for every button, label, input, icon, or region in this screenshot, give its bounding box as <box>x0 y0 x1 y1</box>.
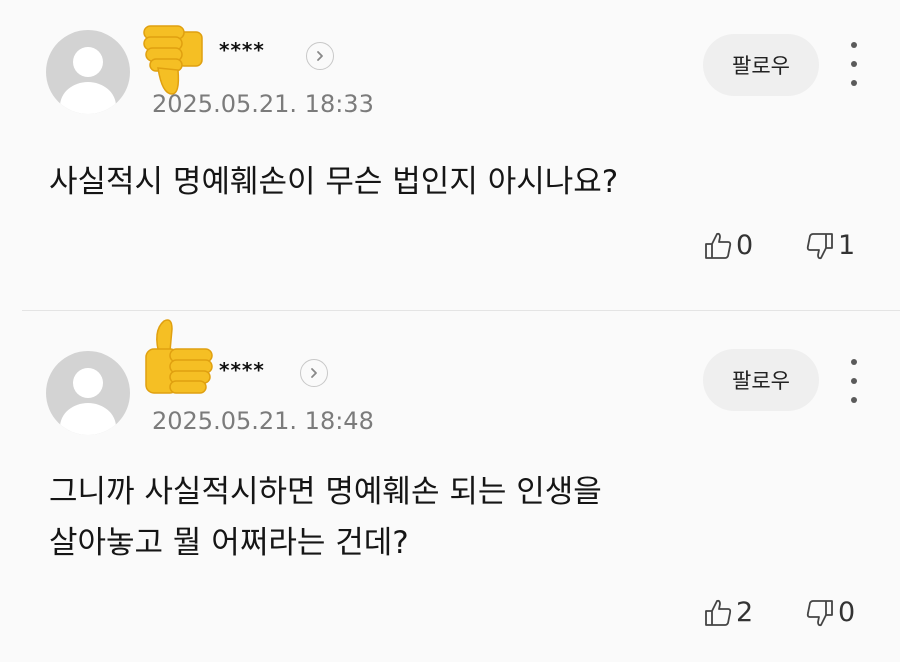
like-count: 2 <box>736 597 754 628</box>
follow-button[interactable]: 팔로우 <box>703 34 819 96</box>
thumbs-up-emoji-icon <box>145 319 213 394</box>
avatar[interactable] <box>46 351 130 435</box>
like-button[interactable]: 2 <box>704 597 753 628</box>
comment-text-line: 살아놓고 뭘 어쩌라는 건데? <box>49 525 409 561</box>
username[interactable]: **** <box>219 38 265 62</box>
profile-chevron-button[interactable] <box>300 359 328 387</box>
comment-text-line: 사실적시 명예훼손이 무슨 법인지 아시나요? <box>49 164 619 200</box>
thumbs-down-outline-icon <box>806 232 833 259</box>
thumbs-down-outline-icon <box>806 599 833 626</box>
profile-chevron-button[interactable] <box>306 42 334 70</box>
dislike-count: 0 <box>838 597 856 628</box>
thumbs-up-outline-icon <box>705 599 732 626</box>
thumbs-down-emoji-icon <box>143 25 203 95</box>
comment-text: 그니까 사실적시하면 명예훼손 되는 인생을 살아놓고 뭘 어쩌라는 건데? <box>49 467 602 569</box>
comment-text: 사실적시 명예훼손이 무슨 법인지 아시나요? <box>49 157 618 208</box>
more-options-icon[interactable] <box>846 42 862 86</box>
like-button[interactable]: 0 <box>704 230 753 261</box>
comment-date: 2025.05.21. 18:48 <box>152 407 374 435</box>
username[interactable]: **** <box>219 358 265 382</box>
comment-item: **** 2025.05.21. 18:33 팔로우 사실적시 명예훼손이 무슨… <box>0 0 900 310</box>
comment-text-line: 그니까 사실적시하면 명예훼손 되는 인생을 <box>49 474 602 510</box>
dislike-button[interactable]: 1 <box>806 230 855 261</box>
follow-button[interactable]: 팔로우 <box>703 349 819 411</box>
chevron-right-icon <box>317 51 323 61</box>
dislike-count: 1 <box>838 230 856 261</box>
comment-item: **** 2025.05.21. 18:48 팔로우 그니까 사실적시하면 명예… <box>0 311 900 662</box>
dislike-button[interactable]: 0 <box>806 597 855 628</box>
thumbs-up-outline-icon <box>705 232 732 259</box>
avatar[interactable] <box>46 30 130 114</box>
more-options-icon[interactable] <box>846 359 862 403</box>
chevron-right-icon <box>311 368 317 378</box>
comment-date: 2025.05.21. 18:33 <box>152 90 374 118</box>
like-count: 0 <box>736 230 754 261</box>
